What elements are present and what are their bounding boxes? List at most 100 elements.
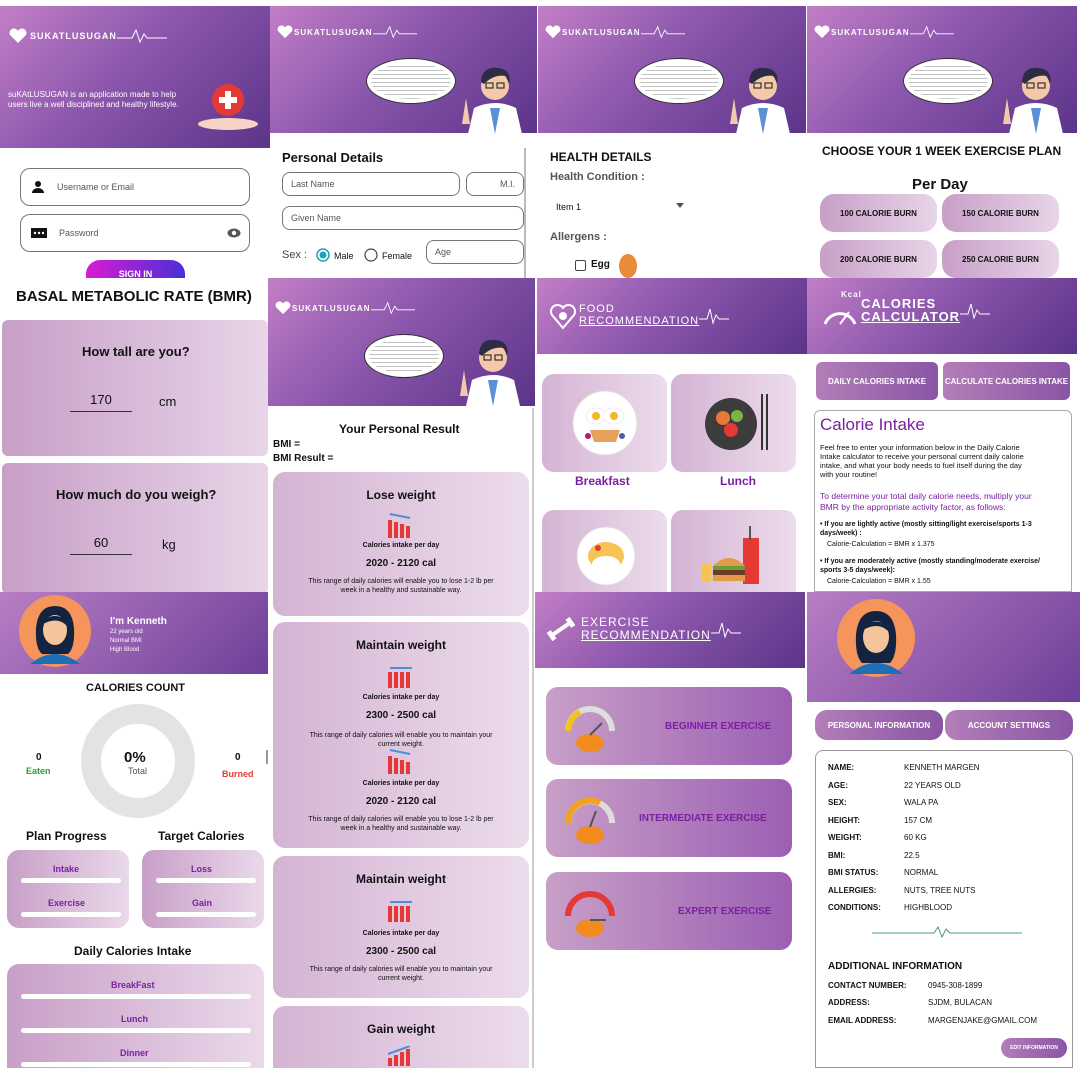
edit-label: EDIT INFORMATION <box>1010 1045 1058 1051</box>
dashboard-screen: I'm Kenneth 22 years old Normal BMI High… <box>0 592 268 1068</box>
per-day-label: Calories intake per day <box>362 694 440 701</box>
tab-label: DAILY CALORIES INTAKE <box>827 376 927 386</box>
height-question: How tall are you? <box>82 344 190 359</box>
intake-progress-bar <box>21 878 121 883</box>
burned-value: 0 <box>235 752 241 763</box>
intermediate-exercise-card[interactable]: INTERMEDIATE EXERCISE <box>546 779 792 857</box>
card-title: Lose weight <box>366 488 436 502</box>
mi-placeholder: M.I. <box>500 179 515 189</box>
personal-details-screen: SUKATLUSUGAN Personal Details Last Name … <box>270 6 537 278</box>
lunch-card[interactable] <box>671 374 796 472</box>
expert-gauge-icon <box>565 891 615 937</box>
height-unit: cm <box>159 394 177 409</box>
beginner-exercise-card[interactable]: BEGINNER EXERCISE <box>546 687 792 765</box>
plan-option-200[interactable]: 200 CALORIE BURN <box>820 240 937 278</box>
app-logo: SUKATLUSUGAN <box>274 300 415 316</box>
mi-field[interactable]: M.I. <box>466 172 524 196</box>
card-desc-line1: This range of daily calories will enable… <box>308 816 494 823</box>
scrollbar[interactable] <box>532 408 534 1068</box>
moderate-line1: • If you are moderately active (mostly s… <box>820 558 1040 565</box>
female-radio[interactable] <box>364 248 378 262</box>
username-field[interactable]: Username or Email <box>20 168 250 206</box>
light-line2: days/week) : <box>820 530 862 537</box>
result-screen: SUKATLUSUGAN Your Personal Result BMI = … <box>268 278 535 1068</box>
sign-in-button[interactable]: SIGN IN <box>86 260 185 278</box>
burger-icon <box>701 526 759 584</box>
daily-intake-card[interactable]: BreakFast Lunch Dinner <box>7 964 264 1068</box>
weight-input[interactable]: 60 <box>70 535 132 555</box>
conditions-key: CONDITIONS: <box>828 903 881 912</box>
allergens-label: Allergens : <box>550 231 607 243</box>
breakfast-card[interactable] <box>542 374 667 472</box>
header-banner: SUKATLUSUGAN <box>807 6 1077 134</box>
user-bmi: Normal BMI <box>110 638 142 644</box>
calorie-info-box: Calorie Intake Feel free to enter your i… <box>814 410 1072 592</box>
header-banner: SUKATLUSUGAN <box>538 6 806 134</box>
plan-progress-title: Plan Progress <box>26 829 107 843</box>
plan-option-150[interactable]: 150 CALORIE BURN <box>942 194 1059 232</box>
card-desc-line2: current weight. <box>378 741 424 748</box>
profile-banner: I'm Kenneth 22 years old Normal BMI High… <box>0 592 268 674</box>
calories-count-title: CALORIES COUNT <box>86 682 185 694</box>
address-key: ADDRESS: <box>828 998 870 1007</box>
card-desc-line1: This range of daily calories will enable… <box>309 966 493 973</box>
bar-steady-icon <box>388 667 412 688</box>
height-key: HEIGHT: <box>828 816 860 825</box>
gain-weight-card[interactable]: Gain weight <box>273 1006 529 1068</box>
edit-information-button[interactable]: EDIT INFORMATION <box>1001 1038 1067 1058</box>
age-key: AGE: <box>828 781 848 790</box>
allergies-value: NUTS, TREE NUTS <box>904 886 976 895</box>
weight-question: How much do you weigh? <box>56 487 217 502</box>
kcal-label: Kcal <box>841 290 862 299</box>
tab-personal-information[interactable]: PERSONAL INFORMATION <box>815 710 943 740</box>
login-screen: SUKATLUSUGAN suKAtLUSUGAN is an applicat… <box>0 6 270 278</box>
egg-checkbox[interactable] <box>575 260 586 271</box>
male-radio[interactable] <box>316 248 330 262</box>
age-field[interactable]: Age <box>426 240 524 264</box>
maintain-weight-card-2[interactable]: Maintain weight Calories intake per day … <box>273 856 529 998</box>
avatar <box>19 595 91 667</box>
bmr-screen: BASAL METABOLIC RATE (BMR) How tall are … <box>0 278 270 594</box>
bar-down-icon <box>388 513 411 538</box>
eye-icon[interactable] <box>227 228 241 238</box>
app-logo-text: SUKATLUSUGAN <box>562 27 641 37</box>
plan-progress-card[interactable]: Intake Exercise <box>7 850 129 928</box>
password-field[interactable]: Password <box>20 214 250 252</box>
tab-account-settings[interactable]: ACCOUNT SETTINGS <box>945 710 1073 740</box>
plan-option-label: 150 CALORIE BURN <box>962 208 1039 218</box>
age-placeholder: Age <box>435 247 452 257</box>
weight-value: 60 KG <box>904 833 927 842</box>
user-icon <box>32 181 44 193</box>
expert-exercise-card[interactable]: EXPERT EXERCISE <box>546 872 792 950</box>
given-name-field[interactable]: Given Name <box>282 206 524 230</box>
tab-calculate-intake[interactable]: CALCULATE CALORIES INTAKE <box>943 362 1070 400</box>
doctor-icon <box>460 339 520 406</box>
health-condition-dropdown[interactable]: Item 1 <box>550 196 690 214</box>
target-calories-card[interactable]: Loss Gain <box>142 850 264 928</box>
bar-steady-icon <box>388 901 412 922</box>
last-name-field[interactable]: Last Name <box>282 172 460 196</box>
scrollbar[interactable] <box>266 750 268 764</box>
maintain-weight-card[interactable]: Maintain weight Calories intake per day … <box>273 622 529 848</box>
calorie-range: 2300 - 2500 cal <box>365 710 437 721</box>
plan-option-100[interactable]: 100 CALORIE BURN <box>820 194 937 232</box>
heart-icon <box>545 25 561 39</box>
height-input[interactable]: 170 <box>70 392 132 412</box>
plan-option-250[interactable]: 250 CALORIE BURN <box>942 240 1059 278</box>
snack-card[interactable] <box>671 510 796 592</box>
per-day-label: Calories intake per day <box>362 780 440 787</box>
card-title: Maintain weight <box>356 872 446 886</box>
tagline: suKAtLUSUGAN is an application made to h… <box>8 90 179 109</box>
bar-down-icon <box>388 749 411 774</box>
user-greeting: I'm Kenneth <box>110 616 167 627</box>
card-desc-line1: This range of daily calories will enable… <box>309 732 493 739</box>
tab-daily-intake[interactable]: DAILY CALORIES INTAKE <box>816 362 938 400</box>
lose-weight-card[interactable]: Lose weight Calories intake per day 2020… <box>273 472 529 616</box>
age-value: 22 YEARS OLD <box>904 781 961 790</box>
dinner-card[interactable] <box>542 510 667 592</box>
eaten-label: Eaten <box>26 766 51 776</box>
scrollbar[interactable] <box>524 148 526 278</box>
logo-line2: CALCULATOR <box>861 309 961 324</box>
gain-progress-bar <box>156 912 256 917</box>
card-desc-line2: current weight. <box>378 975 424 982</box>
